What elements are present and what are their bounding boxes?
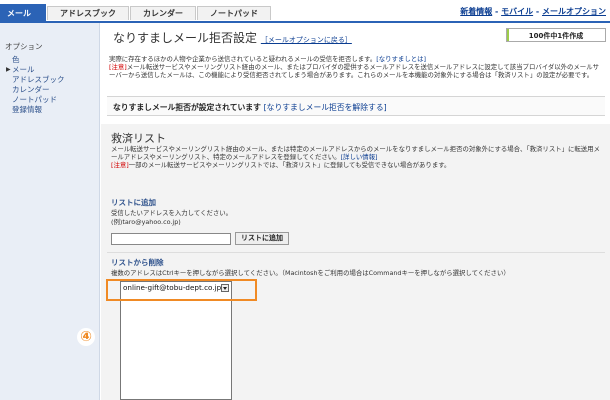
sidebar-item-color[interactable]: 色 (6, 55, 65, 65)
safe-list-desc-line2: [注意]一部のメール転送サービスやメーリングリストでは、「救済リスト」に登録して… (111, 161, 603, 169)
section-divider (107, 252, 605, 253)
status-text: なりすましメール拒否が設定されています [なりすましメール拒否を解除する] (113, 102, 387, 113)
description-line2: [注意]メール転送サービスやメーリングリスト経由のメール、またはプロバイダの提供… (109, 63, 604, 79)
sidebar-item-mail[interactable]: ▶ メール (6, 65, 65, 75)
status-message: なりすましメール拒否が設定されています (113, 103, 261, 112)
sidebar-title: オプション (5, 42, 43, 51)
description-warning-text: メール転送サービスやメーリングリスト経由のメール、またはプロバイダの提供するメー… (109, 63, 599, 79)
about-spoofing-link[interactable]: [なりすましとは] (376, 55, 426, 63)
mail-options-link[interactable]: メールオプション (542, 7, 606, 16)
warning-label: [注意] (109, 63, 127, 71)
add-section-title: リストに追加 (111, 198, 156, 207)
top-link-separator: - (533, 7, 542, 16)
more-info-link[interactable]: [詳しい情報] (341, 153, 378, 161)
disable-spoof-filter-link[interactable]: [なりすましメール拒否を解除する] (264, 103, 387, 112)
safe-list-title: 救済リスト (111, 132, 166, 145)
top-bar: メール アドレスブック カレンダー ノートパッド 新着情報 - モバイル - メ… (0, 0, 610, 23)
sidebar-item-notepad[interactable]: ノートパッド (6, 95, 65, 105)
sidebar-item-label: メール (12, 65, 35, 74)
add-help-text: 受信したいアドレスを入力してください。 (111, 209, 233, 217)
main-tabs: メール アドレスブック カレンダー ノートパッド (0, 4, 272, 22)
sidebar-item-addressbook[interactable]: アドレスブック (6, 75, 65, 85)
page-title: なりすましメール拒否設定 ［メールオプションに戻る］ (113, 29, 352, 46)
back-to-options-link[interactable]: ［メールオプションに戻る］ (261, 36, 352, 44)
annotation-highlight-box (106, 279, 257, 301)
description-line1: 実際に存在するほかの人物や企業から送信されていると疑われるメールの受信を拒否しま… (109, 55, 604, 63)
safe-list-panel: 救済リスト メール転送サービスやメーリングリスト経由のメール、または特定のメール… (101, 124, 610, 400)
add-section: リストに追加 受信したいアドレスを入力してください。 (例)taro@yahoo… (111, 197, 232, 226)
main-content: なりすましメール拒否設定 ［メールオプションに戻る］ 100件中1件作成 実際に… (101, 23, 610, 400)
current-arrow-icon: ▶ (6, 66, 11, 73)
add-row: リストに追加 (111, 232, 289, 245)
top-links: 新着情報 - モバイル - メールオプション (460, 6, 606, 17)
sidebar-menu: 色 ▶ メール アドレスブック カレンダー ノートパッド 登録情報 (6, 55, 65, 115)
mobile-link[interactable]: モバイル (501, 7, 533, 16)
description: 実際に存在するほかの人物や企業から送信されていると疑われるメールの受信を拒否しま… (109, 55, 604, 79)
delete-section-title: リストから削除 (111, 258, 164, 267)
whats-new-link[interactable]: 新着情報 (460, 7, 492, 16)
safe-list-description: メール転送サービスやメーリングリスト経由のメール、または特定のメールアドレスから… (111, 145, 603, 169)
add-example-text: (例)taro@yahoo.co.jp) (111, 218, 181, 226)
capacity-label: 100件中1件作成 (528, 32, 584, 40)
add-to-list-button[interactable]: リストに追加 (235, 232, 289, 245)
top-link-separator: - (492, 7, 502, 16)
tab-calendar[interactable]: カレンダー (130, 6, 196, 20)
status-box: なりすましメール拒否が設定されています [なりすましメール拒否を解除する] (107, 96, 605, 116)
tab-addressbook[interactable]: アドレスブック (47, 6, 129, 20)
safe-list-desc-line1: メール転送サービスやメーリングリスト経由のメール、または特定のメールアドレスから… (111, 145, 603, 161)
capacity-meter: 100件中1件作成 (506, 28, 606, 42)
description-text: 実際に存在するほかの人物や企業から送信されていると疑われるメールの受信を拒否しま… (109, 55, 377, 63)
warning-label: [注意] (111, 161, 129, 169)
step-marker: ④ (77, 328, 95, 346)
delete-section: リストから削除 複数のアドレスはCtrlキーを押しながら選択してください。（Ma… (111, 257, 510, 277)
tab-mail[interactable]: メール (0, 4, 46, 22)
safe-list-warning-text: 一部のメール転送サービスやメーリングリストでは、「救済リスト」に登録しても受信で… (128, 161, 451, 169)
add-address-input[interactable] (111, 232, 231, 245)
tab-notepad[interactable]: ノートパッド (197, 6, 271, 20)
delete-help-text: 複数のアドレスはCtrlキーを押しながら選択してください。（Macintoshを… (111, 269, 510, 277)
sidebar-item-registration[interactable]: 登録情報 (6, 105, 65, 115)
sidebar-item-calendar[interactable]: カレンダー (6, 85, 65, 95)
page-header: なりすましメール拒否設定 ［メールオプションに戻る］ 100件中1件作成 (101, 23, 610, 46)
page-title-text: なりすましメール拒否設定 (113, 31, 258, 45)
